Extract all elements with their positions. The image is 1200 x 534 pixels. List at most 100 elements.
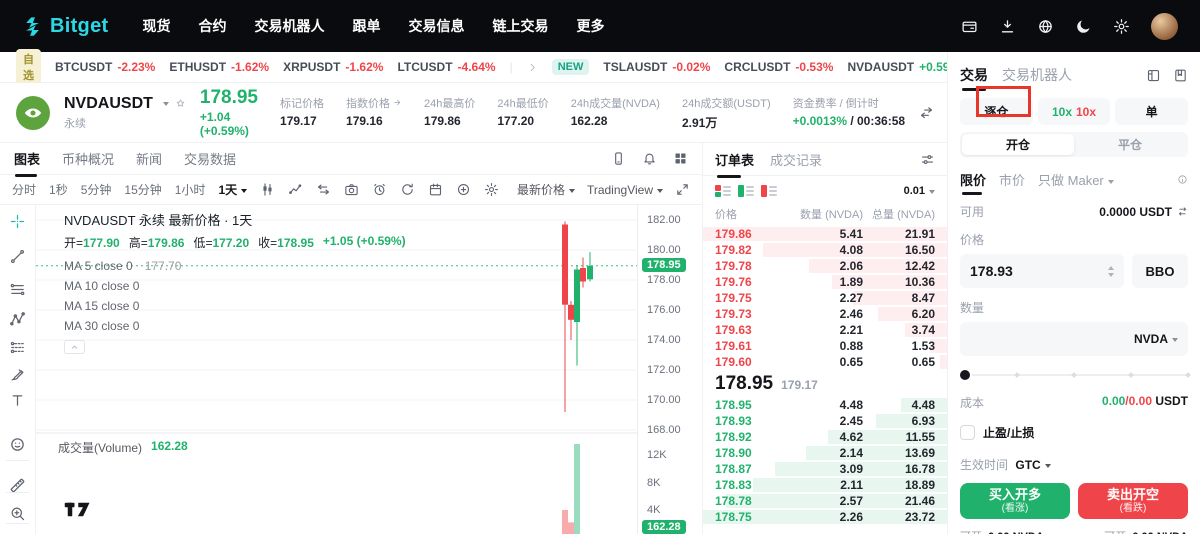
nav-item-3[interactable]: 跟单: [352, 16, 380, 36]
interval-1小时[interactable]: 1小时: [175, 181, 206, 198]
gear-icon[interactable]: [484, 182, 499, 197]
nav-item-6[interactable]: 更多: [576, 16, 604, 36]
slider-knob[interactable]: [960, 370, 970, 380]
panel-board-icon[interactable]: [1146, 68, 1161, 83]
camera-icon[interactable]: [344, 182, 359, 197]
ask-row[interactable]: 179.63 2.21 3.74: [703, 322, 947, 338]
symbol-name[interactable]: NVDAUSDT: [64, 95, 153, 113]
bid-row[interactable]: 178.83 2.11 18.89: [703, 477, 947, 493]
crosshair-icon[interactable]: [9, 213, 26, 230]
interval-15分钟[interactable]: 15分钟: [124, 181, 161, 198]
compare-icon[interactable]: [316, 182, 331, 197]
favorites-badge[interactable]: 自选: [16, 49, 41, 85]
moon-icon[interactable]: [1075, 18, 1092, 35]
orderbook-tab-1[interactable]: 成交记录: [770, 150, 822, 169]
replay-icon[interactable]: [400, 182, 415, 197]
apps-grid-icon[interactable]: [673, 151, 688, 166]
symbol-dropdown-caret-icon[interactable]: [162, 102, 169, 109]
gear-icon[interactable]: [1113, 18, 1130, 35]
ask-row[interactable]: 179.75 2.27 8.47: [703, 290, 947, 306]
interval-1秒[interactable]: 1秒: [49, 181, 68, 198]
globe-icon[interactable]: [1037, 18, 1054, 35]
tif-value[interactable]: GTC: [1015, 458, 1040, 472]
bid-row[interactable]: 178.93 2.45 6.93: [703, 413, 947, 429]
user-avatar[interactable]: [1151, 12, 1178, 40]
ask-row[interactable]: 179.86 5.41 21.91: [703, 226, 947, 242]
order-type-tab-0[interactable]: 限价: [960, 170, 986, 195]
indicators-icon[interactable]: [288, 182, 303, 197]
ob-mode-bids-icon[interactable]: [738, 185, 754, 197]
interval-5分钟[interactable]: 5分钟: [81, 181, 112, 198]
order-type-tab-1[interactable]: 市价: [999, 170, 1025, 189]
trade-tab-0[interactable]: 交易: [960, 65, 988, 91]
pattern-icon[interactable]: [9, 311, 26, 328]
bid-row[interactable]: 178.87 3.09 16.78: [703, 461, 947, 477]
ticker-item-NVDAUSDT[interactable]: NVDAUSDT +0.59%: [847, 60, 960, 74]
panel-collapse-icon[interactable]: [919, 105, 934, 120]
alarm-icon[interactable]: [372, 182, 387, 197]
orderbook-tab-0[interactable]: 订单表: [715, 150, 754, 178]
emoji-icon[interactable]: [9, 436, 26, 453]
mobile-icon[interactable]: [611, 151, 626, 166]
price-input[interactable]: 178.93: [960, 254, 1124, 288]
calendar-icon[interactable]: [428, 182, 443, 197]
bid-row[interactable]: 178.75 2.26 23.72: [703, 509, 947, 525]
nav-item-4[interactable]: 交易信息: [408, 16, 464, 36]
price-mode-select[interactable]: 最新价格: [517, 181, 575, 198]
nav-item-0[interactable]: 现货: [142, 16, 170, 36]
expand-icon[interactable]: [675, 182, 690, 197]
ask-row[interactable]: 179.61 0.88 1.53: [703, 338, 947, 354]
zoom-in-icon[interactable]: [9, 505, 26, 522]
interval-分时[interactable]: 分时: [12, 181, 36, 198]
vendor-select[interactable]: TradingView: [587, 183, 663, 197]
ticker-item-CRCLUSDT[interactable]: CRCLUSDT -0.53%: [724, 60, 833, 74]
download-icon[interactable]: [999, 18, 1016, 35]
price-stepper[interactable]: [1108, 263, 1114, 280]
ask-row[interactable]: 179.76 1.89 10.36: [703, 274, 947, 290]
quantity-unit-select[interactable]: NVDA: [1134, 332, 1178, 346]
chart-tab-3[interactable]: 交易数据: [184, 149, 236, 168]
bid-row[interactable]: 178.95 4.48 4.48: [703, 397, 947, 413]
side-tab-0[interactable]: 开仓: [962, 134, 1074, 155]
buy-open-long-button[interactable]: 买入开多 (看涨): [960, 483, 1070, 519]
ask-row[interactable]: 179.82 4.08 16.50: [703, 242, 947, 258]
panel-guide-icon[interactable]: [1173, 68, 1188, 83]
order-type-tab-2[interactable]: 只做 Maker: [1038, 170, 1114, 189]
fib-icon[interactable]: [9, 281, 26, 298]
brush-icon[interactable]: [9, 366, 26, 383]
time-in-force-row[interactable]: 生效时间 GTC: [960, 456, 1188, 473]
trendline-icon[interactable]: [9, 248, 26, 265]
chart-tab-2[interactable]: 新闻: [136, 149, 162, 168]
orderbook-layout-icon[interactable]: [920, 152, 935, 167]
interval-1天[interactable]: 1天: [218, 181, 248, 198]
nav-item-2[interactable]: 交易机器人: [254, 16, 324, 36]
sell-open-short-button[interactable]: 卖出开空 (看跌): [1078, 483, 1188, 519]
link-arrow-icon[interactable]: [393, 98, 402, 107]
chevron-right-icon[interactable]: [527, 62, 538, 73]
ob-mode-both-icon[interactable]: [715, 185, 731, 197]
bbo-button[interactable]: BBO: [1132, 254, 1188, 288]
trade-tab-1[interactable]: 交易机器人: [1002, 65, 1072, 85]
quantity-slider[interactable]: [960, 369, 1191, 381]
transfer-icon[interactable]: [1177, 206, 1188, 217]
slider-tick[interactable]: [1185, 372, 1191, 378]
nav-item-1[interactable]: 合约: [198, 16, 226, 36]
chart-tab-1[interactable]: 币种概况: [62, 149, 114, 168]
tpsl-checkbox[interactable]: [960, 425, 975, 440]
bitget-logo[interactable]: Bitget: [22, 15, 108, 38]
ask-row[interactable]: 179.60 0.65 0.65: [703, 354, 947, 370]
favorite-star-icon[interactable]: [175, 98, 186, 109]
bid-row[interactable]: 178.78 2.57 21.46: [703, 493, 947, 509]
chart-tab-0[interactable]: 图表: [14, 149, 40, 177]
nav-item-5[interactable]: 链上交易: [492, 16, 548, 36]
price-axis[interactable]: 182.00 180.00 178.00 176.00 174.00 172.00 170.…: [637, 205, 702, 534]
leverage-button[interactable]: 10x 10x: [1037, 98, 1111, 125]
ticker-item-LTCUSDT[interactable]: LTCUSDT -4.64%: [397, 60, 495, 74]
quantity-input[interactable]: NVDA: [960, 322, 1188, 356]
ask-row[interactable]: 179.78 2.06 12.42: [703, 258, 947, 274]
position-icon[interactable]: [9, 339, 26, 356]
ob-mode-asks-icon[interactable]: [761, 185, 777, 197]
ticker-item-TSLAUSDT[interactable]: TSLAUSDT -0.02%: [603, 60, 710, 74]
text-icon[interactable]: [9, 392, 26, 409]
ticker-item-XRPUSDT[interactable]: XRPUSDT -1.62%: [283, 60, 383, 74]
